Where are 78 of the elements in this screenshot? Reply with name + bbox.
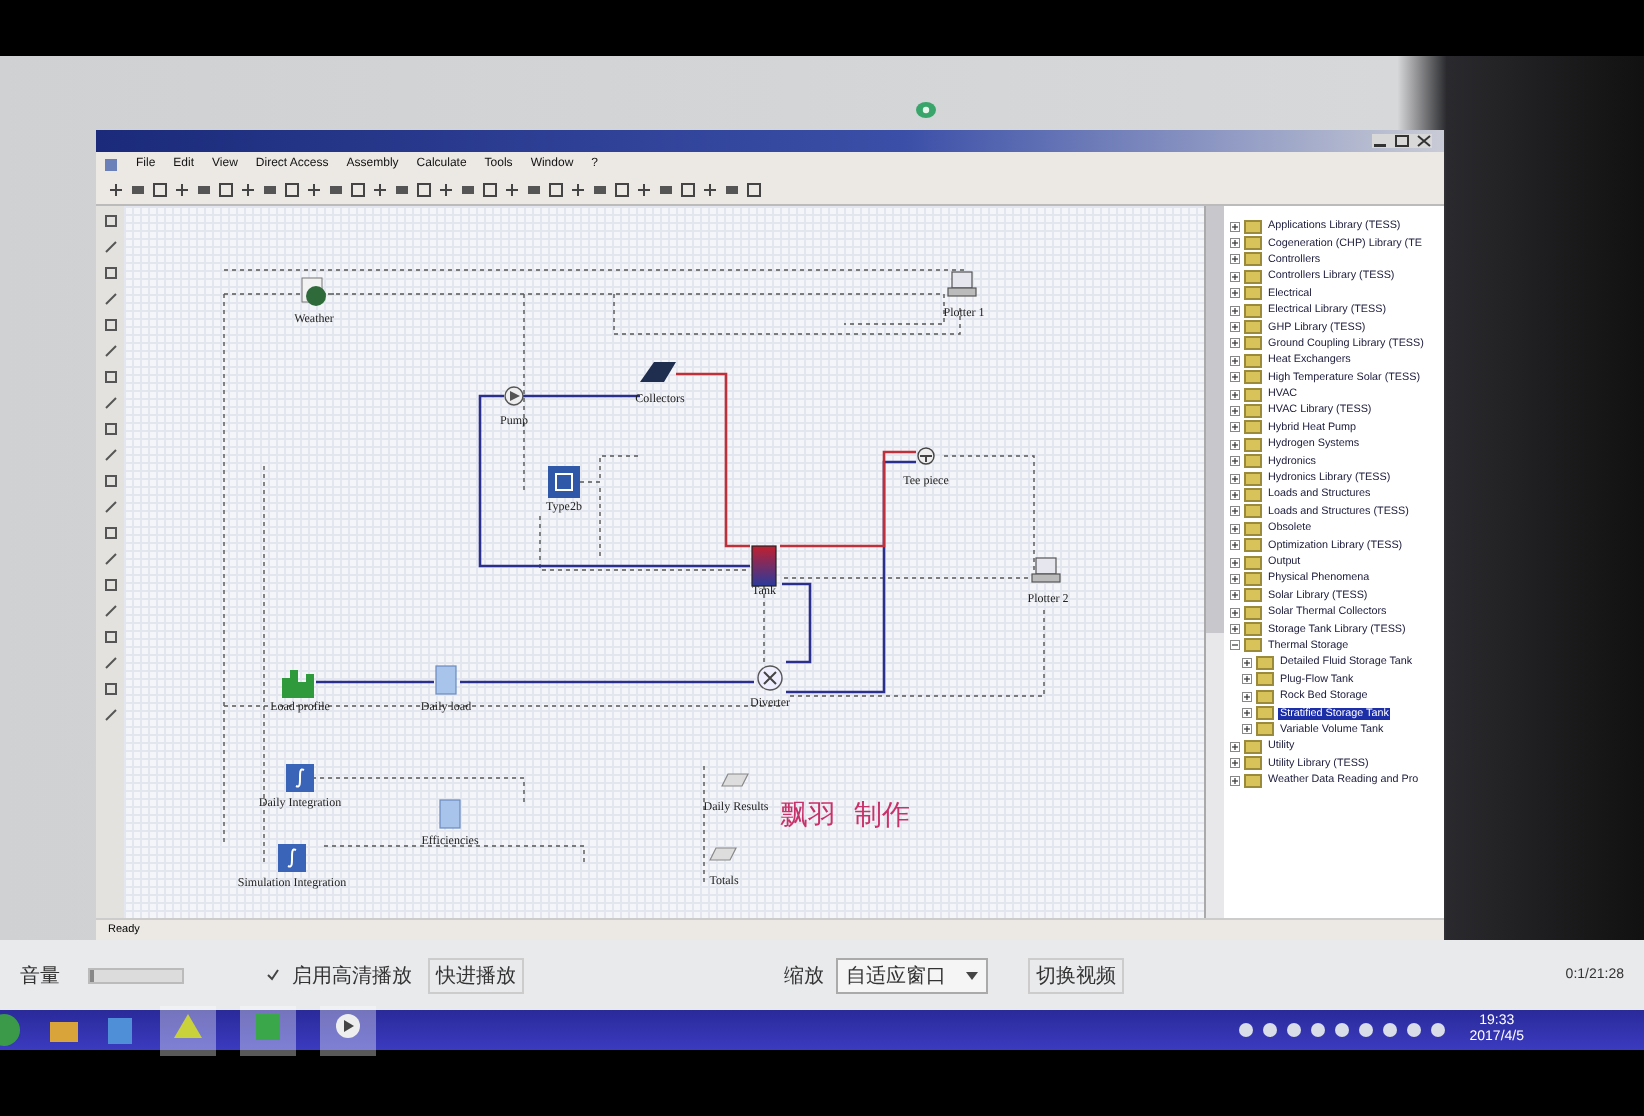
expand-icon[interactable] [1230, 775, 1240, 786]
tool-icon[interactable] [570, 182, 586, 198]
expand-icon[interactable] [1230, 489, 1240, 500]
tool-icon[interactable] [174, 182, 190, 198]
volume-slider[interactable] [88, 967, 184, 983]
expand-icon[interactable] [1230, 322, 1240, 333]
printer-icon[interactable] [709, 847, 737, 861]
expand-icon[interactable] [1242, 674, 1252, 685]
checkbox[interactable] [264, 967, 280, 983]
expand-icon[interactable] [1230, 271, 1240, 282]
expand-icon[interactable] [1230, 473, 1240, 484]
zoom-label: 缩放 [784, 963, 824, 989]
app-icon[interactable] [104, 157, 118, 171]
tool-icon[interactable] [240, 182, 256, 198]
tool-icon[interactable] [108, 182, 124, 198]
expand-icon[interactable] [1230, 624, 1240, 635]
integral-icon[interactable] [286, 764, 314, 792]
bar-graph-icon[interactable] [282, 670, 314, 698]
expand-icon[interactable] [1242, 708, 1252, 719]
expand-icon[interactable] [1230, 439, 1240, 450]
tool-icon[interactable] [702, 182, 718, 198]
caret-icon[interactable] [966, 971, 978, 979]
expand-icon[interactable] [1230, 338, 1240, 349]
media-player-icon[interactable] [332, 1011, 364, 1039]
tool-icon[interactable] [636, 182, 652, 198]
controller-icon[interactable] [548, 466, 580, 498]
tee-icon[interactable] [917, 447, 935, 465]
start-icon[interactable] [0, 1014, 24, 1046]
expand-icon[interactable] [1230, 389, 1240, 400]
switch-video-button[interactable]: 切换视频 [1028, 957, 1124, 993]
printer-icon[interactable] [721, 773, 749, 787]
volume-label: 音量 [20, 963, 60, 989]
expand-icon[interactable] [1230, 422, 1240, 433]
expand-icon[interactable] [1230, 238, 1240, 249]
triangle-icon[interactable] [172, 1011, 204, 1039]
folder-icon[interactable] [48, 1016, 80, 1044]
tool-icon[interactable] [438, 182, 454, 198]
solar-panel-icon[interactable] [640, 362, 676, 382]
scrollbar[interactable] [1204, 206, 1224, 918]
tool-icon[interactable] [372, 182, 388, 198]
checkbox-label: 启用高清播放 [292, 963, 412, 989]
expand-icon[interactable] [1230, 506, 1240, 517]
tool-icon[interactable] [306, 182, 322, 198]
expand-icon[interactable] [1242, 657, 1252, 668]
monitor-icon[interactable] [947, 271, 977, 297]
tool-icon[interactable] [504, 182, 520, 198]
expand-icon[interactable] [1230, 573, 1240, 584]
expand-icon[interactable] [1242, 691, 1252, 702]
expand-icon[interactable] [1230, 305, 1240, 316]
fast-forward-button[interactable]: 快进播放 [428, 957, 524, 993]
webcam-icon [916, 102, 936, 118]
tank-icon[interactable] [751, 545, 777, 587]
expand-icon[interactable] [1230, 456, 1240, 467]
close-icon[interactable] [1416, 134, 1432, 148]
expand-icon[interactable] [1230, 758, 1240, 769]
overlay-caption: 飘羽 制作 [780, 798, 910, 834]
expand-icon[interactable] [1230, 355, 1240, 366]
expand-icon[interactable] [1242, 724, 1252, 735]
maximize-icon[interactable] [1394, 134, 1410, 148]
expand-icon[interactable] [1230, 523, 1240, 534]
expand-icon[interactable] [1230, 221, 1240, 232]
collapse-icon[interactable] [1230, 640, 1240, 651]
expand-icon[interactable] [1230, 607, 1240, 618]
expand-icon[interactable] [1230, 741, 1240, 752]
expand-icon[interactable] [1230, 405, 1240, 416]
zoom-dropdown[interactable]: 自适应窗口 [836, 957, 988, 993]
pump-icon[interactable] [504, 386, 524, 406]
expand-icon[interactable] [1230, 557, 1240, 567]
diverter-icon[interactable] [757, 665, 783, 691]
expand-icon[interactable] [1230, 372, 1240, 383]
integral-icon[interactable] [278, 844, 306, 872]
document-icon[interactable] [104, 1016, 136, 1044]
monitor-icon[interactable] [1031, 557, 1061, 583]
expand-icon[interactable] [1230, 254, 1240, 265]
expand-icon[interactable] [1230, 288, 1240, 299]
expand-icon[interactable] [1230, 540, 1240, 551]
expand-icon[interactable] [1230, 590, 1240, 601]
globe-icon[interactable] [301, 277, 326, 306]
